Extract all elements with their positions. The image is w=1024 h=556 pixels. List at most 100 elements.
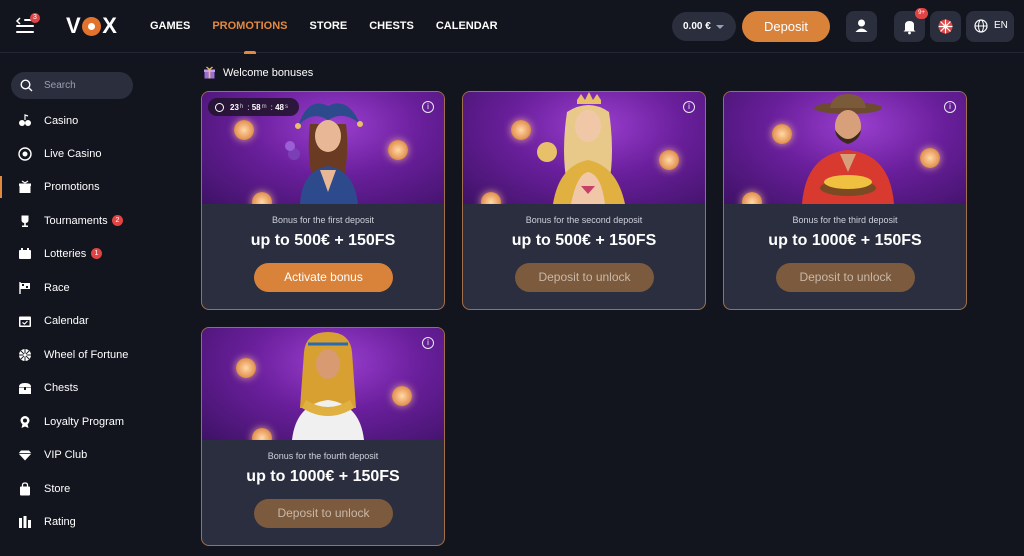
bonus-subtitle: Bonus for the fourth deposit: [267, 451, 379, 461]
wheel-icon: [19, 349, 31, 361]
sidebar-item-vip-club[interactable]: VIP Club: [0, 440, 180, 470]
sidebar-item-label: Loyalty Program: [44, 416, 125, 428]
bonus-subtitle: Bonus for the first deposit: [271, 215, 375, 225]
bonus-title: up to 1000€ + 150FS: [246, 468, 400, 485]
sidebar-item-tournaments[interactable]: Tournaments 2: [0, 206, 180, 236]
sidebar-item-loyalty-program[interactable]: Loyalty Program: [0, 407, 180, 437]
sidebar-item-live-casino[interactable]: Live Casino: [0, 139, 180, 169]
gift-icon: [19, 180, 31, 193]
lottery-icon: [19, 248, 31, 259]
nav-store[interactable]: STORE: [310, 0, 348, 53]
menu-badge: 3: [30, 13, 40, 23]
bag-icon: [20, 482, 30, 496]
timer-seconds-unit: s: [284, 104, 288, 110]
bonus-title: up to 500€ + 150FS: [250, 232, 396, 249]
sidebar-item-label: Race: [44, 282, 70, 294]
balance-value: 0.00 €: [683, 21, 711, 32]
pharaoh-woman-image: [292, 332, 364, 440]
bonus-subtitle: Bonus for the second deposit: [525, 215, 643, 225]
info-icon[interactable]: i: [944, 101, 956, 113]
sidebar-item-label: Promotions: [44, 181, 100, 193]
gift-box-icon: [204, 66, 215, 79]
arrow-left-icon: [15, 17, 21, 25]
sidebar-item-label: Lotteries: [44, 248, 87, 260]
bonus-title: up to 500€ + 150FS: [511, 232, 657, 249]
chevron-down-icon: [716, 25, 724, 29]
timer-minutes: 58: [251, 102, 261, 112]
tournaments-badge: 2: [112, 215, 123, 226]
queen-illustration: [463, 92, 705, 204]
casino-icon: [19, 114, 31, 126]
bonus-card: 23 h: 58 m: 48 s i Bonus for the first depo…: [201, 91, 445, 310]
sidebar-item-wheel-of-fortune[interactable]: Wheel of Fortune: [0, 340, 180, 370]
sidebar-item-promotions[interactable]: Promotions: [0, 172, 180, 202]
pharaoh-illustration: [202, 328, 444, 440]
bonus-card: i Bonus for the fourth deposit up to 100…: [201, 327, 445, 546]
flag-icon: [19, 282, 30, 294]
sidebar-item-lotteries[interactable]: Lotteries 1: [0, 239, 180, 269]
sidebar-item-label: Chests: [44, 382, 79, 394]
diamond-icon: [18, 450, 32, 461]
trophy-icon: [21, 215, 29, 227]
section-title: Welcome bonuses: [223, 67, 314, 79]
cowboy-illustration: [724, 92, 966, 204]
bonus-card: i Bonus for the second deposit up to 500…: [462, 91, 706, 310]
sidebar-item-label: VIP Club: [44, 449, 88, 461]
queen-woman-image: [537, 92, 625, 204]
info-icon[interactable]: i: [422, 337, 434, 349]
info-icon[interactable]: i: [422, 101, 434, 113]
deposit-button[interactable]: Deposit: [742, 11, 830, 42]
sidebar-item-race[interactable]: Race: [0, 273, 180, 303]
top-nav: GAMES PROMOTIONS STORE CHESTS CALENDAR: [150, 0, 520, 54]
sidebar-item-label: Wheel of Fortune: [44, 349, 129, 361]
info-icon[interactable]: i: [683, 101, 695, 113]
timer-hours-unit: h: [239, 104, 244, 110]
sidebar-item-casino[interactable]: Casino: [0, 106, 180, 136]
timer-minutes-unit: m: [261, 104, 267, 110]
sidebar-item-chests[interactable]: Chests: [0, 373, 180, 403]
calendar-icon: [19, 316, 31, 327]
balance-dropdown[interactable]: 0.00 €: [672, 12, 736, 41]
nav-calendar[interactable]: CALENDAR: [436, 0, 498, 53]
fortune-wheel-icon: [938, 19, 953, 34]
clock-icon: [215, 102, 224, 112]
language-selector[interactable]: EN: [966, 11, 1014, 42]
lotteries-badge: 1: [91, 248, 102, 259]
sidebar-item-store[interactable]: Store: [0, 474, 180, 504]
search-input[interactable]: Search: [11, 72, 133, 99]
cowboy-man-image: [802, 94, 894, 204]
top-header: 3 VX GAMES PROMOTIONS STORE CHESTS CALEN…: [0, 0, 1024, 54]
activate-bonus-button[interactable]: Activate bonus: [254, 263, 393, 292]
sidebar-item-calendar[interactable]: Calendar: [0, 306, 180, 336]
nav-promotions[interactable]: PROMOTIONS: [212, 0, 288, 54]
countdown-timer: 23 h: 58 m: 48 s: [208, 98, 299, 116]
deposit-to-unlock-button[interactable]: Deposit to unlock: [776, 263, 915, 292]
sidebar-item-label: Calendar: [44, 315, 89, 327]
nav-chests[interactable]: CHESTS: [369, 0, 414, 53]
sidebar-item-label: Casino: [44, 115, 79, 127]
timer-hours: 23: [230, 102, 239, 112]
live-casino-icon: [18, 147, 32, 161]
globe-icon: [974, 19, 988, 33]
medal-icon: [20, 416, 30, 428]
search-icon: [20, 79, 33, 92]
sidebar-item-label: Live Casino: [44, 148, 102, 160]
sidebar-item-rating[interactable]: Rating: [0, 507, 180, 537]
chest-icon: [19, 383, 31, 394]
timer-seconds: 48: [275, 102, 284, 112]
nav-games[interactable]: GAMES: [150, 0, 190, 53]
user-icon: [855, 19, 868, 32]
notification-badge: 9+: [915, 8, 928, 19]
deposit-to-unlock-button[interactable]: Deposit to unlock: [515, 263, 654, 292]
language-label: EN: [994, 20, 1008, 31]
bonus-subtitle: Bonus for the third deposit: [792, 215, 898, 225]
sidebar-item-label: Rating: [44, 516, 76, 528]
deposit-to-unlock-button[interactable]: Deposit to unlock: [254, 499, 393, 528]
search-placeholder: Search: [44, 80, 76, 91]
sidebar-item-label: Tournaments: [44, 215, 108, 227]
sidebar-item-label: Store: [44, 483, 71, 495]
wheel-button[interactable]: [930, 11, 961, 42]
vox-logo[interactable]: VX: [66, 13, 117, 38]
bonus-card: i Bonus for the third deposit up to 1000…: [723, 91, 967, 310]
profile-button[interactable]: [846, 11, 877, 42]
